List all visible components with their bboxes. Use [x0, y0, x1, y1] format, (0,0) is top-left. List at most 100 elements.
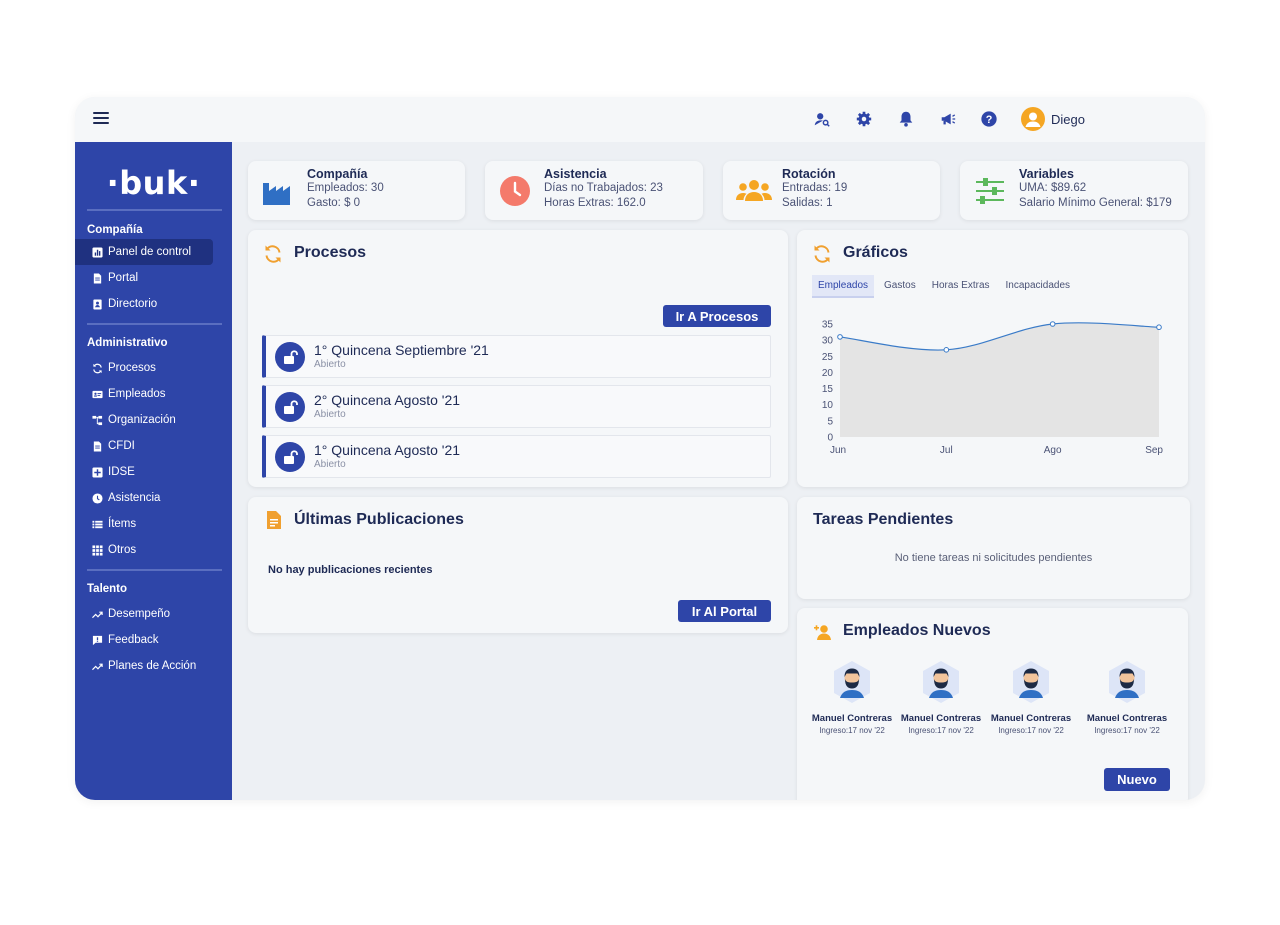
sidebar-item-label: CFDI: [108, 440, 135, 452]
process-name: 1° Quincena Septiembre '21: [314, 342, 489, 358]
x-tick-label: Sep: [1145, 445, 1163, 456]
sidebar-item-desempeno[interactable]: Desempeño: [75, 601, 213, 627]
sidebar-divider: [87, 209, 222, 211]
process-status: Abierto: [314, 409, 346, 420]
sidebar-item-label: Planes de Acción: [108, 660, 197, 672]
employee-date: Ingreso:17 nov '22: [1094, 726, 1160, 735]
chart-area: [840, 322, 1159, 437]
document-icon: [92, 272, 103, 284]
employee-avatar-icon: [834, 661, 870, 703]
sidebar-item-label: Directorio: [108, 298, 158, 310]
y-tick-label: 15: [822, 384, 834, 395]
x-tick-label: Ago: [1044, 445, 1062, 456]
sidebar-item-label: Empleados: [108, 388, 166, 400]
tareas-empty-text: No tiene tareas ni solicitudes pendiente…: [894, 552, 1093, 564]
feedback-icon: [92, 635, 103, 646]
unlock-icon: [275, 342, 305, 372]
bell-icon[interactable]: [896, 109, 916, 129]
graficos-panel: Gráficos Empleados Gastos Horas Extras I…: [797, 230, 1188, 487]
x-tick-label: Jun: [830, 445, 846, 456]
sidebar-item-idse[interactable]: IDSE: [75, 459, 213, 485]
top-bar: ? Diego: [75, 97, 1205, 142]
y-tick-label: 25: [822, 352, 834, 363]
employee-avatar-icon: [1109, 661, 1145, 703]
clock-icon: [499, 175, 531, 207]
factory-icon: [262, 175, 294, 207]
process-item[interactable]: 2° Quincena Agosto '21 Abierto: [262, 385, 771, 428]
procesos-title: Procesos: [294, 244, 367, 261]
publicaciones-empty-text: No hay publicaciones recientes: [268, 564, 433, 576]
kpi-title: Rotación: [782, 167, 836, 181]
id-card-icon: [92, 389, 103, 400]
process-name: 2° Quincena Agosto '21: [314, 392, 461, 408]
employee-date: Ingreso:17 nov '22: [819, 726, 885, 735]
process-item[interactable]: 1° Quincena Agosto '21 Abierto: [262, 435, 771, 478]
sidebar-item-label: Portal: [108, 272, 139, 284]
gear-icon[interactable]: [854, 109, 874, 129]
employee-name: Manuel Contreras: [900, 713, 982, 724]
kpi-card-compania[interactable]: Compañía Empleados: 30 Gasto: $ 0: [248, 161, 465, 220]
buk-logo[interactable]: ·buk·: [75, 164, 232, 202]
y-tick-label: 5: [827, 416, 833, 427]
chart-icon: [92, 246, 103, 258]
sliders-icon: [974, 175, 1006, 207]
employee-date: Ingreso:17 nov '22: [908, 726, 974, 735]
kpi-line: Salidas: 1: [782, 197, 833, 209]
employee-avatar-icon: [923, 661, 959, 703]
refresh-icon: [812, 244, 832, 264]
sidebar-section-talento: Talento: [87, 583, 128, 595]
svg-text:?: ?: [986, 114, 993, 126]
sidebar-item-planes-de-accion[interactable]: Planes de Acción: [75, 653, 213, 679]
sidebar-item-organizacion[interactable]: Organización: [75, 407, 213, 433]
sidebar-item-asistencia[interactable]: Asistencia: [75, 485, 213, 511]
ir-al-portal-button[interactable]: Ir Al Portal: [678, 600, 771, 622]
chart-point[interactable]: [1049, 321, 1056, 327]
chart-point[interactable]: [943, 347, 950, 353]
help-icon[interactable]: ?: [979, 109, 999, 129]
user-menu[interactable]: Diego: [1021, 107, 1085, 131]
new-employee-card[interactable]: Manuel Contreras Ingreso:17 nov '22: [896, 660, 986, 735]
sidebar-item-procesos[interactable]: Procesos: [75, 355, 213, 381]
kpi-card-asistencia[interactable]: Asistencia Días no Trabajados: 23 Horas …: [485, 161, 703, 220]
sidebar-item-label: Ítems: [108, 518, 137, 530]
tareas-title: Tareas Pendientes: [813, 511, 954, 528]
tab-empleados[interactable]: Empleados: [812, 275, 875, 298]
kpi-card-rotacion[interactable]: Rotación Entradas: 19 Salidas: 1: [723, 161, 940, 220]
employees-area-chart: 0 5 10 15 20 25 30 35 Jun Jul Ago Sep: [822, 320, 1164, 457]
chart-point[interactable]: [837, 334, 843, 340]
new-employee-card[interactable]: Manuel Contreras Ingreso:17 nov '22: [1082, 660, 1172, 735]
user-search-icon[interactable]: [812, 109, 832, 129]
kpi-line: UMA: $89.62: [1019, 182, 1087, 194]
sidebar-item-panel-de-control[interactable]: Panel de control: [75, 239, 213, 265]
refresh-icon: [263, 244, 283, 264]
hamburger-menu-icon[interactable]: [93, 112, 109, 126]
sidebar-item-otros[interactable]: Otros: [75, 537, 213, 563]
tab-horas-extras[interactable]: Horas Extras: [926, 275, 996, 298]
sidebar-item-empleados[interactable]: Empleados: [75, 381, 213, 407]
new-employee-card[interactable]: Manuel Contreras Ingreso:17 nov '22: [807, 660, 897, 735]
new-employee-card[interactable]: Manuel Contreras Ingreso:17 nov '22: [986, 660, 1076, 735]
sidebar-item-items[interactable]: Ítems: [75, 511, 213, 537]
ir-a-procesos-button[interactable]: Ir A Procesos: [663, 305, 771, 327]
nuevo-button[interactable]: Nuevo: [1104, 768, 1170, 791]
process-item[interactable]: 1° Quincena Septiembre '21 Abierto: [262, 335, 771, 378]
unlock-icon: [275, 392, 305, 422]
chart-point[interactable]: [1156, 324, 1162, 331]
sidebar-item-label: Procesos: [108, 362, 156, 374]
sidebar-item-cfdi[interactable]: CFDI: [75, 433, 213, 459]
kpi-card-variables[interactable]: Variables UMA: $89.62 Salario Mínimo Gen…: [960, 161, 1188, 220]
kpi-title: Variables: [1019, 167, 1074, 181]
clock-icon: [92, 492, 103, 504]
tab-gastos[interactable]: Gastos: [878, 275, 922, 298]
empleados-nuevos-title: Empleados Nuevos: [843, 622, 991, 639]
sidebar-item-feedback[interactable]: Feedback: [75, 627, 213, 653]
sidebar-item-directorio[interactable]: Directorio: [75, 291, 213, 317]
sidebar-item-portal[interactable]: Portal: [75, 265, 213, 291]
sidebar-item-label: Asistencia: [108, 492, 161, 504]
tab-incapacidades[interactable]: Incapacidades: [1000, 275, 1077, 298]
org-chart-icon: [92, 415, 103, 426]
megaphone-icon[interactable]: [938, 109, 958, 129]
kpi-line: Entradas: 19: [782, 182, 848, 194]
contact-book-icon: [92, 298, 103, 310]
y-tick-label: 20: [822, 368, 834, 379]
